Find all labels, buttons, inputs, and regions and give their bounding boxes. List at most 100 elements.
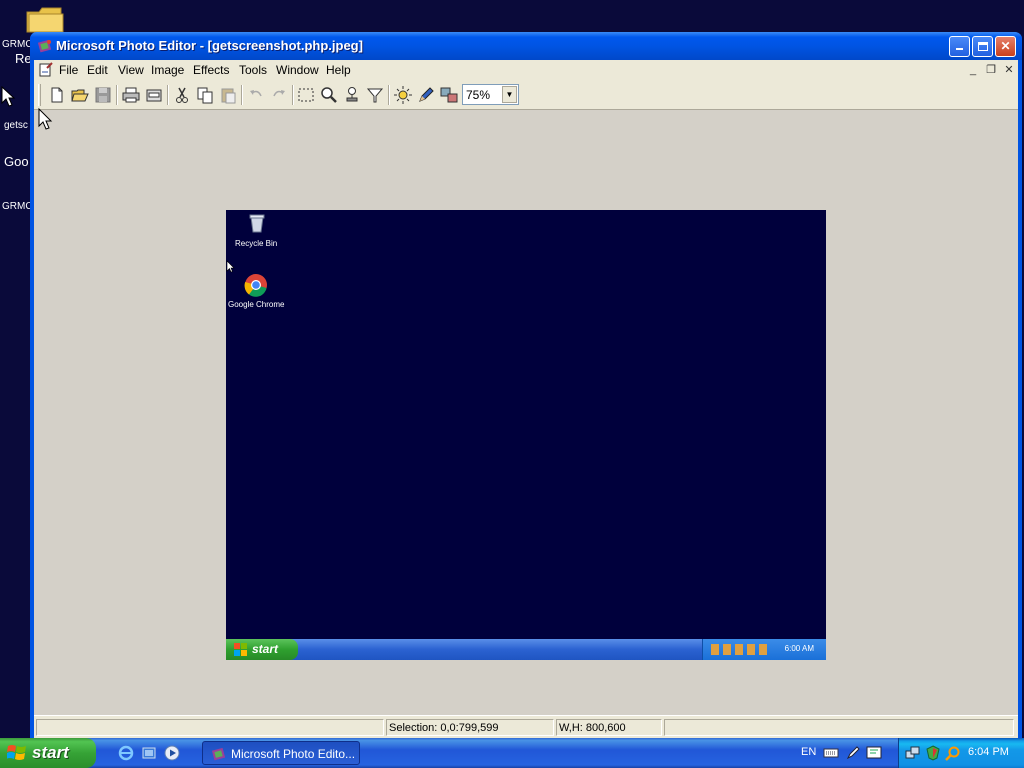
brightness-button[interactable] [393,85,413,105]
folder-icon[interactable] [25,4,65,34]
menu-help[interactable]: Help [326,63,351,77]
scan-button[interactable] [144,85,164,105]
menu-bar: File Edit View Image Effects Tools Windo… [34,60,1018,80]
status-panel-selection: Selection: 0,0:799,599 [386,719,554,736]
open-button[interactable] [70,85,90,105]
toolbar-separator [388,85,390,105]
menu-tools[interactable]: Tools [239,63,267,77]
select-button[interactable] [296,85,316,105]
recycle-bin-icon [249,214,265,233]
search-icon[interactable] [945,745,961,761]
menu-effects[interactable]: Effects [193,63,229,77]
internet-explorer-icon[interactable] [118,745,134,761]
zoom-button[interactable] [319,85,339,105]
chevron-down-icon[interactable]: ▼ [502,86,517,103]
desktop-label: GRMC [2,39,33,50]
cut-button[interactable] [172,85,192,105]
save-button[interactable] [93,85,113,105]
new-button[interactable] [47,85,67,105]
taskbar: start Microsoft Photo Edito... EN 6:04 P… [0,738,1024,768]
menu-edit[interactable]: Edit [87,63,108,77]
paste-icon [221,88,236,104]
windows-logo-icon [7,745,26,760]
funnel-icon [366,88,384,103]
maximize-icon [977,42,988,51]
toolbar-separator [241,85,243,105]
doc-close-button[interactable]: ✕ [1002,63,1016,77]
select-icon [298,88,314,102]
new-icon [51,87,63,103]
redo-icon [273,90,285,97]
menu-view[interactable]: View [118,63,144,77]
save-icon [95,87,111,103]
funnel-button[interactable] [365,85,385,105]
cursor-icon [226,260,235,273]
close-button[interactable]: ✕ [995,36,1016,57]
minimize-button[interactable] [949,36,970,57]
keyboard-icon[interactable] [823,745,839,761]
copy-button[interactable] [195,85,215,105]
desktop-label: getsc [4,120,28,131]
stamp-icon [346,87,358,102]
doc-restore-button[interactable]: ❐ [984,63,998,77]
close-icon: ✕ [1000,39,1011,53]
print-button[interactable] [121,85,141,105]
pen-icon [419,87,434,102]
preview-start-label: start [252,642,279,656]
help-icon[interactable] [866,745,882,761]
media-player-icon[interactable] [164,745,180,761]
zoom-select[interactable]: 75% ▼ [462,84,519,105]
task-photo-editor[interactable]: Microsoft Photo Edito... [202,741,360,765]
redo-button[interactable] [269,85,289,105]
scan-icon [146,89,162,102]
status-panel-empty [36,719,384,736]
preview-tray: 6:00 AM [702,639,826,660]
windows-logo-icon [234,643,247,656]
show-desktop-icon[interactable] [141,745,157,761]
minimize-icon [956,48,963,50]
pen-button[interactable] [416,85,436,105]
chrome-label: Google Chrome [228,300,285,309]
stamp-button[interactable] [342,85,362,105]
doc-minimize-button[interactable]: _ [966,63,980,77]
window-client: File Edit View Image Effects Tools Windo… [34,60,1018,738]
clock[interactable]: 6:04 PM [968,746,1009,758]
image-canvas[interactable]: Recycle Bin Google Chrome start 6:00 AM [34,111,1018,715]
menu-image[interactable]: Image [151,63,184,77]
status-bar: Selection: 0,0:799,599 W,H: 800,600 [34,715,1018,738]
brightness-icon [394,86,412,104]
status-panel-size: W,H: 800,600 [556,719,662,736]
start-button[interactable]: start [0,738,96,768]
copy-icon [197,87,213,104]
convert-button[interactable] [439,85,459,105]
menu-file[interactable]: File [59,63,78,77]
start-label: start [32,743,69,762]
zoom-value: 75% [466,88,491,102]
title-bar[interactable]: Microsoft Photo Editor - [getscreenshot.… [30,32,1022,60]
document-control-icon[interactable] [38,62,54,78]
language-indicator[interactable]: EN [801,746,816,758]
preview-taskbar: start 6:00 AM [226,639,826,660]
cursor-icon [1,86,16,107]
undo-button[interactable] [246,85,266,105]
desktop-label: Goo [4,154,29,169]
desktop-label: GRMC [2,201,33,212]
maximize-button[interactable] [972,36,993,57]
network-icon[interactable] [905,745,921,761]
toolbar-separator [292,85,294,105]
photo-editor-app-icon[interactable] [37,38,53,54]
zoom-icon [321,87,337,103]
photo-editor-app-icon [211,747,226,761]
toolbar-separator [167,85,169,105]
cursor-icon [38,108,53,130]
image-preview[interactable]: Recycle Bin Google Chrome start 6:00 AM [226,210,826,660]
pen-tool-icon[interactable] [845,745,861,761]
recycle-bin-label: Recycle Bin [235,239,278,248]
paste-button[interactable] [218,85,238,105]
security-icon[interactable] [925,745,941,761]
size-readout: W,H: 800,600 [559,722,626,734]
window-title: Microsoft Photo Editor - [getscreenshot.… [56,38,363,53]
menu-window[interactable]: Window [276,63,319,77]
preview-clock: 6:00 AM [784,644,814,653]
toolbar-grip[interactable] [38,84,41,106]
